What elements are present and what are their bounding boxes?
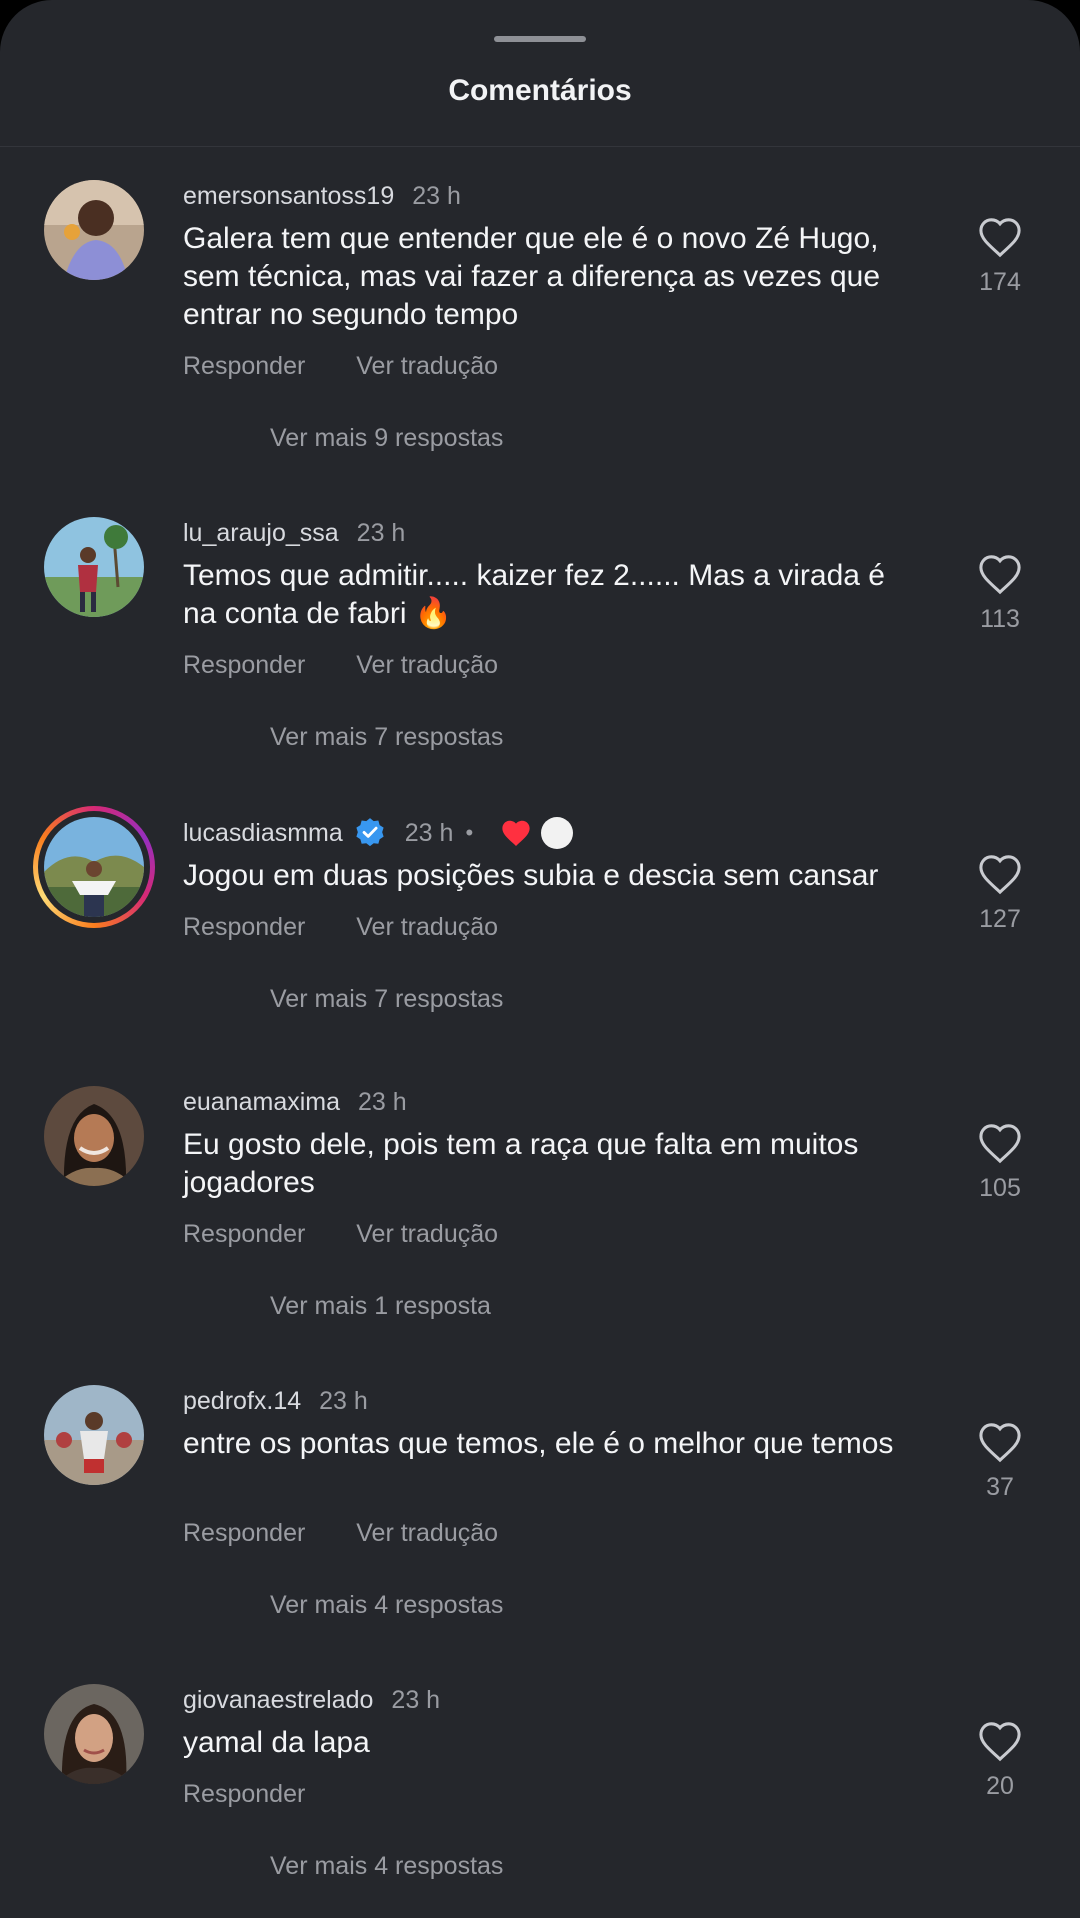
view-more-replies[interactable]: Ver mais 1 resposta	[270, 1292, 491, 1321]
avatar[interactable]	[44, 1684, 144, 1784]
avatar[interactable]	[44, 517, 144, 617]
avatar[interactable]	[44, 180, 144, 280]
timestamp: 23 h	[319, 1386, 368, 1415]
comment-meta: emersonsantoss19 23 h	[183, 180, 461, 212]
comment-text: Jogou em duas posições subia e descia se…	[183, 859, 879, 892]
heart-outline-icon	[979, 218, 1021, 258]
heart-outline-icon	[979, 1722, 1021, 1762]
comment-meta: lucasdiasmma 23 h •	[183, 816, 574, 850]
username[interactable]: emersonsantoss19	[183, 182, 394, 211]
comment-text: Temos que admitir..... kaizer fez 2.....…	[183, 559, 885, 630]
comment-actions: Responder Ver tradução	[183, 352, 542, 381]
timestamp: 23 h	[391, 1685, 441, 1714]
heart-outline-icon	[979, 1124, 1021, 1164]
like-button[interactable]: 113	[970, 553, 1030, 634]
reply-button[interactable]: Responder	[183, 1519, 305, 1548]
like-count: 127	[979, 905, 1021, 933]
header-divider	[0, 146, 1080, 147]
like-button[interactable]: 127	[970, 853, 1030, 934]
comment-actions: Responder Ver tradução	[183, 651, 542, 680]
comment-meta: euanamaxima 23 h	[183, 1086, 407, 1118]
comment-actions: Responder Ver tradução	[183, 1220, 542, 1249]
like-button[interactable]: 37	[970, 1421, 1030, 1502]
like-count: 37	[986, 1473, 1014, 1501]
verified-badge-icon	[353, 816, 387, 850]
reply-button[interactable]: Responder	[183, 1220, 305, 1249]
comment-meta: lu_araujo_ssa 23 h	[183, 517, 405, 549]
like-count: 174	[979, 268, 1021, 296]
username[interactable]: giovanaestrelado	[183, 1686, 373, 1715]
comment-text: Galera tem que entender que ele é o novo…	[183, 222, 881, 331]
like-count: 20	[986, 1772, 1014, 1800]
separator-dot: •	[465, 820, 474, 845]
heart-outline-icon	[979, 1423, 1021, 1463]
view-more-replies[interactable]: Ver mais 9 respostas	[270, 424, 503, 453]
like-button[interactable]: 174	[970, 216, 1030, 297]
reply-button[interactable]: Responder	[183, 913, 305, 942]
comment-text: Eu gosto dele, pois tem a raça que falta…	[183, 1128, 859, 1199]
translate-button[interactable]: Ver tradução	[356, 651, 498, 680]
reply-button[interactable]: Responder	[183, 651, 305, 680]
username[interactable]: lucasdiasmma	[183, 819, 343, 848]
translate-button[interactable]: Ver tradução	[356, 1220, 498, 1249]
translate-button[interactable]: Ver tradução	[356, 913, 498, 942]
like-count: 113	[980, 605, 1020, 633]
username[interactable]: lu_araujo_ssa	[183, 519, 339, 548]
creator-avatar-mini	[541, 817, 574, 849]
heart-outline-icon	[979, 855, 1021, 895]
timestamp: 23 h	[412, 181, 461, 210]
avatar[interactable]	[44, 817, 144, 917]
comment-actions: Responder	[183, 1780, 349, 1809]
drag-handle[interactable]	[494, 36, 586, 42]
reply-button[interactable]: Responder	[183, 1780, 305, 1809]
comment-text: yamal da lapa	[183, 1726, 370, 1759]
like-button[interactable]: 20	[970, 1720, 1030, 1801]
like-count: 105	[979, 1174, 1021, 1202]
reply-button[interactable]: Responder	[183, 352, 305, 381]
avatar[interactable]	[44, 1385, 144, 1485]
comment-actions: Responder Ver tradução	[183, 913, 542, 942]
comment-meta: pedrofx.14 23 h	[183, 1385, 368, 1417]
translate-button[interactable]: Ver tradução	[356, 1519, 498, 1548]
comments-sheet: Comentários emersonsantoss19 23 h Galera…	[0, 0, 1080, 1918]
avatar[interactable]	[44, 1086, 144, 1186]
timestamp: 23 h	[358, 1087, 407, 1116]
timestamp: 23 h	[356, 518, 406, 547]
username[interactable]: euanamaxima	[183, 1088, 340, 1117]
timestamp: 23 h	[404, 818, 454, 847]
view-more-replies[interactable]: Ver mais 7 respostas	[270, 985, 503, 1014]
heart-outline-icon	[979, 555, 1021, 595]
view-more-replies[interactable]: Ver mais 7 respostas	[270, 723, 503, 752]
username[interactable]: pedrofx.14	[183, 1387, 301, 1416]
comment-text: entre os pontas que temos, ele é o melho…	[183, 1427, 894, 1460]
comment-meta: giovanaestrelado 23 h	[183, 1684, 440, 1716]
translate-button[interactable]: Ver tradução	[356, 352, 498, 381]
view-more-replies[interactable]: Ver mais 4 respostas	[270, 1852, 503, 1881]
comment-actions: Responder Ver tradução	[183, 1519, 542, 1548]
view-more-replies[interactable]: Ver mais 4 respostas	[270, 1591, 503, 1620]
red-heart-icon	[499, 818, 533, 848]
sheet-title: Comentários	[448, 74, 632, 107]
like-button[interactable]: 105	[970, 1122, 1030, 1203]
